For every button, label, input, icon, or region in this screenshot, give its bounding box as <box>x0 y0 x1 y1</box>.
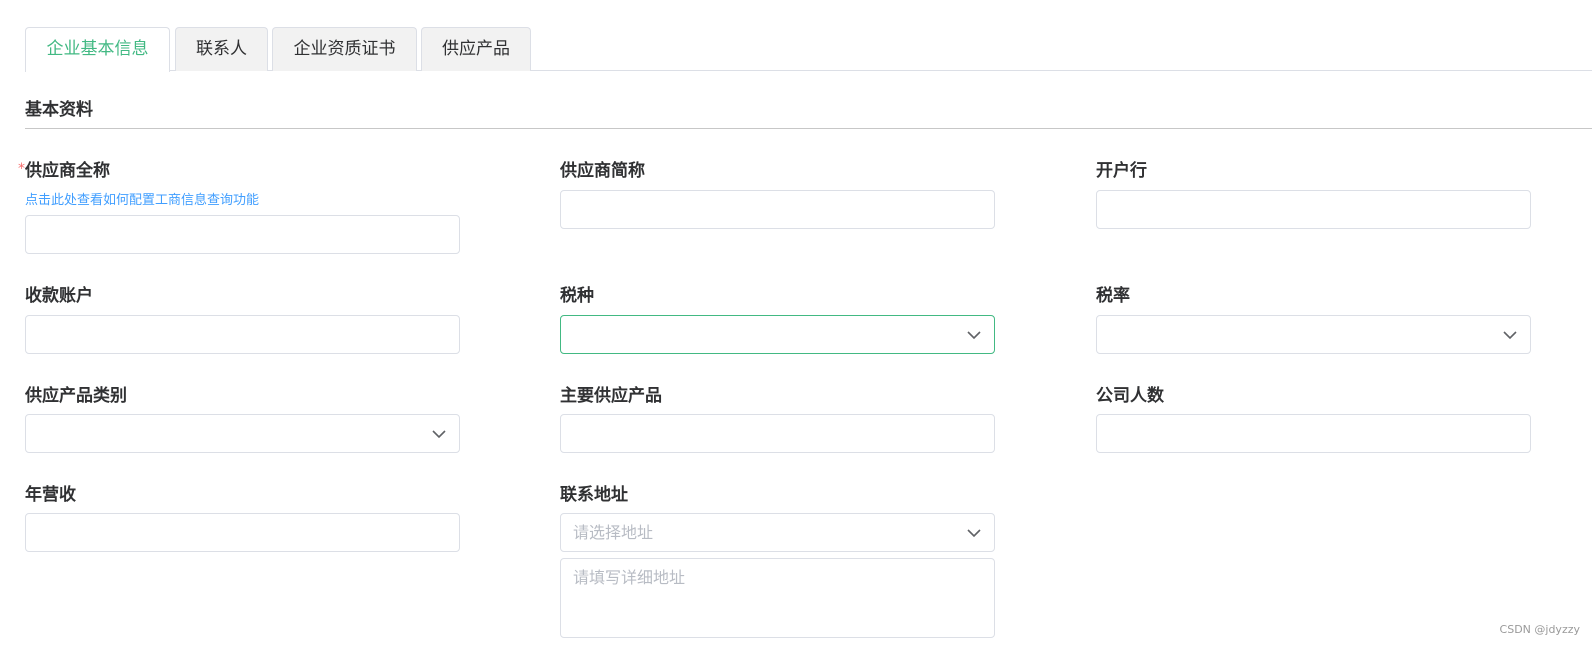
chevron-down-icon <box>432 429 446 438</box>
tax-type-label: 税种 <box>560 286 594 306</box>
annual-revenue-input[interactable] <box>25 513 460 552</box>
address-region-select[interactable]: 请选择地址 <box>560 513 995 552</box>
supplier-full-name-label: * 供应商全称 <box>18 160 110 182</box>
tax-type-select[interactable] <box>560 315 995 354</box>
business-info-config-link[interactable]: 点击此处查看如何配置工商信息查询功能 <box>25 192 259 210</box>
supplier-short-name-input[interactable] <box>560 190 995 229</box>
company-size-input[interactable] <box>1096 414 1531 453</box>
tab-company-basic-info[interactable]: 企业基本信息 <box>25 27 170 72</box>
section-title: 基本资料 <box>25 100 93 120</box>
supplier-short-name-label: 供应商简称 <box>560 161 645 181</box>
annual-revenue-label: 年营收 <box>25 485 76 505</box>
chevron-down-icon <box>1503 330 1517 339</box>
bank-input[interactable] <box>1096 190 1531 229</box>
receiving-account-label: 收款账户 <box>25 286 93 306</box>
supplier-full-name-input[interactable] <box>25 215 460 254</box>
required-asterisk: * <box>18 161 25 177</box>
tax-rate-label: 税率 <box>1096 286 1130 306</box>
tab-supplied-products[interactable]: 供应产品 <box>421 27 531 71</box>
bank-label: 开户行 <box>1096 161 1147 181</box>
tab-contacts[interactable]: 联系人 <box>175 27 268 71</box>
main-products-input[interactable] <box>560 414 995 453</box>
company-size-label: 公司人数 <box>1096 386 1164 406</box>
watermark-text: CSDN @jdyzzy <box>1499 623 1580 636</box>
main-products-label: 主要供应产品 <box>560 386 662 406</box>
address-label: 联系地址 <box>560 485 628 505</box>
tab-qualification-certificates[interactable]: 企业资质证书 <box>272 27 417 71</box>
section-divider <box>25 128 1592 129</box>
receiving-account-input[interactable] <box>25 315 460 354</box>
address-detail-textarea[interactable]: 请填写详细地址 <box>560 558 995 638</box>
product-category-select[interactable] <box>25 414 460 453</box>
chevron-down-icon <box>967 528 981 537</box>
tax-rate-select[interactable] <box>1096 315 1531 354</box>
product-category-label: 供应产品类别 <box>25 386 127 406</box>
chevron-down-icon <box>967 330 981 339</box>
